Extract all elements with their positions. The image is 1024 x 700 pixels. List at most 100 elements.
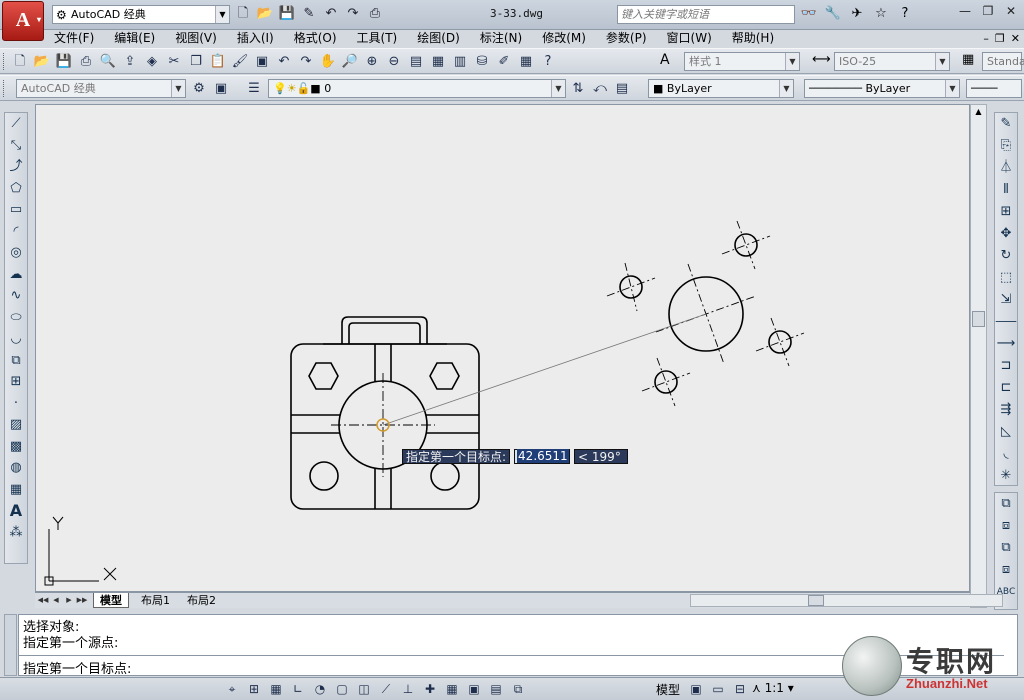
application-menu-button[interactable]: A ▾ <box>2 1 44 41</box>
properties-icon[interactable]: ▤ <box>406 52 426 71</box>
trim-icon[interactable]: ⸺ <box>995 311 1017 333</box>
save-icon[interactable]: 💾 <box>278 5 296 23</box>
undo-icon[interactable]: ↶ <box>322 5 340 23</box>
save-icon[interactable]: 💾 <box>54 52 74 71</box>
selection-cycling-icon[interactable]: ⧉ <box>508 680 528 698</box>
line-icon[interactable]: ⟋ <box>5 113 27 135</box>
polygon-icon[interactable]: ⬠ <box>5 178 27 200</box>
make-current-icon[interactable]: ⇅ <box>568 79 588 98</box>
model-space-label[interactable]: 模型 <box>656 681 680 698</box>
transparency-icon[interactable]: ▣ <box>464 680 484 698</box>
spline-icon[interactable]: ∿ <box>5 285 27 307</box>
arc-icon[interactable]: ◜ <box>5 221 27 243</box>
layer-states-icon[interactable]: ▤ <box>612 79 632 98</box>
calculator-icon[interactable]: ▦ <box>516 52 536 71</box>
distance-input[interactable]: 42.6511 <box>514 449 571 464</box>
workspace-save-icon[interactable]: ▣ <box>211 79 231 98</box>
hatch-icon[interactable]: ▨ <box>5 414 27 436</box>
menu-parametric[interactable]: 参数(P) <box>596 30 657 48</box>
command-window-grip[interactable] <box>4 614 17 676</box>
point-icon[interactable]: · <box>5 393 27 415</box>
bring-above-icon[interactable]: ⧉ <box>995 537 1017 559</box>
satellite-icon[interactable]: ✈ <box>848 5 866 23</box>
chevron-down-icon[interactable]: ▼ <box>779 80 793 97</box>
send-to-back-icon[interactable]: ⧈ <box>995 515 1017 537</box>
ortho-mode-icon[interactable]: ∟ <box>288 680 308 698</box>
copy-icon[interactable]: ❐ <box>186 52 206 71</box>
chevron-down-icon[interactable]: ▼ <box>945 80 959 97</box>
copy-object-icon[interactable]: ⎘ <box>995 135 1017 157</box>
erase-icon[interactable]: ✎ <box>995 113 1017 135</box>
vertical-scrollbar[interactable]: ▲ ▼ <box>970 104 987 608</box>
help-icon[interactable]: ? <box>896 5 914 23</box>
fillet-icon[interactable]: ◟ <box>995 443 1017 465</box>
doc-minimize-button[interactable]: – <box>983 30 989 47</box>
menu-modify[interactable]: 修改(M) <box>532 30 596 48</box>
3d-osnap-icon[interactable]: ◫ <box>354 680 374 698</box>
angle-input[interactable]: < 199° <box>574 449 629 464</box>
doc-close-button[interactable]: ✕ <box>1011 30 1020 47</box>
chevron-down-icon[interactable]: ▼ <box>785 53 799 70</box>
insert-block-icon[interactable]: ⧉ <box>5 350 27 372</box>
next-tab-arrow[interactable]: ▶ <box>63 594 75 606</box>
block-editor-icon[interactable]: ▣ <box>252 52 272 71</box>
make-block-icon[interactable]: ⊞ <box>5 371 27 393</box>
star-icon[interactable]: ☆ <box>872 5 890 23</box>
new-file-icon[interactable]: 🗋 <box>234 5 252 23</box>
match-properties-icon[interactable]: 🖌 <box>230 52 250 71</box>
lineweight-combo[interactable]: ──── <box>966 79 1022 98</box>
tab-layout1[interactable]: 布局1 <box>135 593 176 608</box>
mtext-icon[interactable]: A <box>5 500 27 522</box>
break-point-icon[interactable]: ⊐ <box>995 355 1017 377</box>
layer-manager-icon[interactable]: ☰ <box>244 79 264 98</box>
layer-previous-icon[interactable]: ⤺ <box>590 79 610 98</box>
annotation-scale[interactable]: ⋏ 1:1 ▾ <box>752 681 794 695</box>
print-icon[interactable]: ⎙ <box>366 5 384 23</box>
tab-model[interactable]: 模型 <box>93 593 129 608</box>
text-style-combo[interactable]: 样式 1 ▼ <box>684 52 800 71</box>
table-style-icon[interactable]: ▦ <box>962 52 974 67</box>
object-snap-icon[interactable]: ▢ <box>332 680 352 698</box>
table-icon[interactable]: ▦ <box>5 479 27 501</box>
polar-tracking-icon[interactable]: ◔ <box>310 680 330 698</box>
ucs-dynamic-icon[interactable]: ⊥ <box>398 680 418 698</box>
chamfer-icon[interactable]: ◺ <box>995 421 1017 443</box>
text-style-icon[interactable]: A <box>660 52 670 68</box>
table-style-combo[interactable]: Standa <box>982 52 1024 71</box>
tab-layout2[interactable]: 布局2 <box>181 593 222 608</box>
join-icon[interactable]: ⇶ <box>995 399 1017 421</box>
color-combo[interactable]: ■ ByLayer ▼ <box>648 79 794 98</box>
snap-mode-icon[interactable]: ⊞ <box>244 680 264 698</box>
stretch-icon[interactable]: ⇲ <box>995 289 1017 311</box>
menu-tools[interactable]: 工具(T) <box>347 30 408 48</box>
horizontal-scrollbar[interactable] <box>690 594 1003 607</box>
zoom-window-icon[interactable]: ⊕ <box>362 52 382 71</box>
grid-display-icon[interactable]: ▦ <box>266 680 286 698</box>
move-icon[interactable]: ✥ <box>995 223 1017 245</box>
region-icon[interactable]: ◍ <box>5 457 27 479</box>
redo-icon[interactable]: ↷ <box>296 52 316 71</box>
rotate-icon[interactable]: ↻ <box>995 245 1017 267</box>
last-tab-arrow[interactable]: ▶▶ <box>76 594 88 606</box>
rectangle-icon[interactable]: ▭ <box>5 199 27 221</box>
gradient-icon[interactable]: ▩ <box>5 436 27 458</box>
ellipse-arc-icon[interactable]: ◡ <box>5 328 27 350</box>
chevron-down-icon[interactable]: ▼ <box>935 53 949 70</box>
prev-tab-arrow[interactable]: ◀ <box>50 594 62 606</box>
binoculars-icon[interactable]: 👓 <box>800 5 818 23</box>
extend-icon[interactable]: ⟶ <box>995 333 1017 355</box>
vertical-scroll-thumb[interactable] <box>972 311 985 327</box>
workspace-settings-icon[interactable]: ⚙ <box>189 79 209 98</box>
add-selected-icon[interactable]: ⁂ <box>5 522 27 544</box>
help-icon[interactable]: ? <box>538 52 558 71</box>
wrench-icon[interactable]: 🔧 <box>824 5 842 23</box>
send-under-icon[interactable]: ⧈ <box>995 559 1017 581</box>
linetype-combo[interactable]: ──────── ByLayer ▼ <box>804 79 960 98</box>
close-button[interactable]: ✕ <box>1000 3 1022 21</box>
revision-cloud-icon[interactable]: ☁ <box>5 264 27 286</box>
viewport-icon[interactable]: ⊟ <box>730 680 750 698</box>
bring-to-front-icon[interactable]: ⧉ <box>995 493 1017 515</box>
workspace-switcher[interactable]: ⚙ AutoCAD 经典 ▼ <box>52 5 230 24</box>
menu-insert[interactable]: 插入(I) <box>227 30 284 48</box>
polyline-icon[interactable]: ⤴ <box>5 156 27 178</box>
